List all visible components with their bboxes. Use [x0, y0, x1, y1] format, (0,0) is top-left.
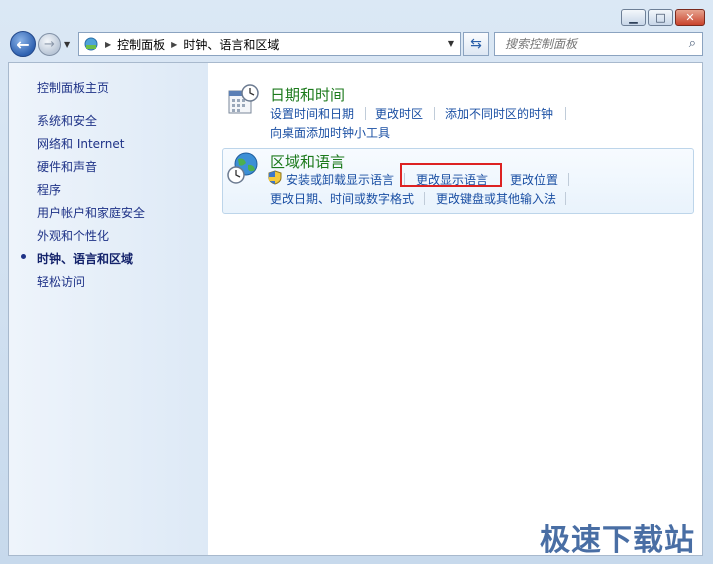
link-divider [434, 107, 435, 120]
address-dropdown-icon[interactable]: ▼ [448, 39, 454, 48]
sidebar-item-clock-language-region[interactable]: 时钟、语言和区域 [37, 250, 133, 267]
link-add-clock-gadget[interactable]: 向桌面添加时钟小工具 [270, 124, 390, 141]
minimize-button[interactable]: ▁ [621, 9, 646, 26]
date-time-title[interactable]: 日期和时间 [270, 84, 345, 105]
link-change-date-time-format[interactable]: 更改日期、时间或数字格式 [270, 190, 414, 207]
breadcrumb-control-panel[interactable]: 控制面板 [117, 36, 165, 53]
refresh-button[interactable]: ⇆ [463, 32, 489, 56]
link-divider [365, 107, 366, 120]
sidebar-item-user-accounts[interactable]: 用户帐户和家庭安全 [37, 204, 145, 221]
globe-clock-icon[interactable] [226, 151, 260, 185]
sidebar-item-hardware-sound[interactable]: 硬件和声音 [37, 158, 97, 175]
active-bullet [21, 254, 26, 259]
back-button[interactable]: ← [10, 31, 36, 57]
link-add-clocks[interactable]: 添加不同时区的时钟 [445, 105, 553, 122]
sidebar-item-ease-of-access[interactable]: 轻松访问 [37, 273, 85, 290]
link-change-location[interactable]: 更改位置 [510, 171, 558, 188]
sidebar-item-system-security[interactable]: 系统和安全 [37, 112, 97, 129]
sidebar-item-home[interactable]: 控制面板主页 [37, 79, 109, 96]
search-box[interactable]: ⌕ [494, 32, 703, 56]
link-divider [424, 192, 425, 205]
sidebar-item-network[interactable]: 网络和 Internet [37, 135, 124, 152]
window-controls: ▁ □ ✕ [621, 9, 705, 26]
link-change-timezone[interactable]: 更改时区 [375, 105, 423, 122]
red-highlight-box [400, 163, 502, 187]
main-panel: 日期和时间 设置时间和日期 更改时区 添加不同时区的时钟 向桌面添加时钟小工具 … [208, 63, 702, 555]
chevron-right-icon[interactable]: ▶ [171, 40, 177, 49]
sidebar-item-appearance[interactable]: 外观和个性化 [37, 227, 109, 244]
region-language-title[interactable]: 区域和语言 [270, 151, 345, 172]
address-bar[interactable]: ▶ 控制面板 ▶ 时钟、语言和区域 ▼ [78, 32, 461, 56]
calendar-clock-icon[interactable] [226, 83, 260, 117]
uac-shield-icon [268, 170, 282, 185]
close-button[interactable]: ✕ [675, 9, 705, 26]
arrow-left-icon: ← [16, 34, 30, 54]
link-divider [565, 107, 566, 120]
forward-button[interactable]: → [38, 33, 61, 56]
link-divider [568, 173, 569, 186]
breadcrumb-clock-language-region[interactable]: 时钟、语言和区域 [183, 36, 279, 53]
link-set-time-date[interactable]: 设置时间和日期 [270, 105, 354, 122]
refresh-icon: ⇆ [470, 36, 482, 52]
navigation-bar: ← → ▼ ▶ 控制面板 ▶ 时钟、语言和区域 ▼ ⇆ ⌕ [0, 30, 713, 60]
sidebar-item-programs[interactable]: 程序 [37, 181, 61, 198]
search-icon[interactable]: ⌕ [689, 36, 696, 51]
content-area: 控制面板主页 系统和安全 网络和 Internet 硬件和声音 程序 用户帐户和… [8, 62, 703, 556]
link-divider [565, 192, 566, 205]
control-panel-window: ▁ □ ✕ ← → ▼ ▶ 控制面板 ▶ 时钟、语言和区域 ▼ ⇆ ⌕ 控制面板… [0, 0, 713, 564]
maximize-button[interactable]: □ [648, 9, 673, 26]
arrow-right-icon: → [44, 37, 55, 52]
sidebar: 控制面板主页 系统和安全 网络和 Internet 硬件和声音 程序 用户帐户和… [9, 63, 208, 555]
chevron-right-icon: ▶ [105, 39, 112, 49]
control-panel-icon [84, 37, 98, 51]
recent-pages-dropdown[interactable]: ▼ [64, 40, 70, 49]
search-input[interactable] [503, 36, 677, 52]
link-install-display-language[interactable]: 安装或卸载显示语言 [286, 171, 394, 188]
link-change-keyboard[interactable]: 更改键盘或其他输入法 [436, 190, 556, 207]
watermark-text: 极速下载站 [540, 523, 695, 558]
